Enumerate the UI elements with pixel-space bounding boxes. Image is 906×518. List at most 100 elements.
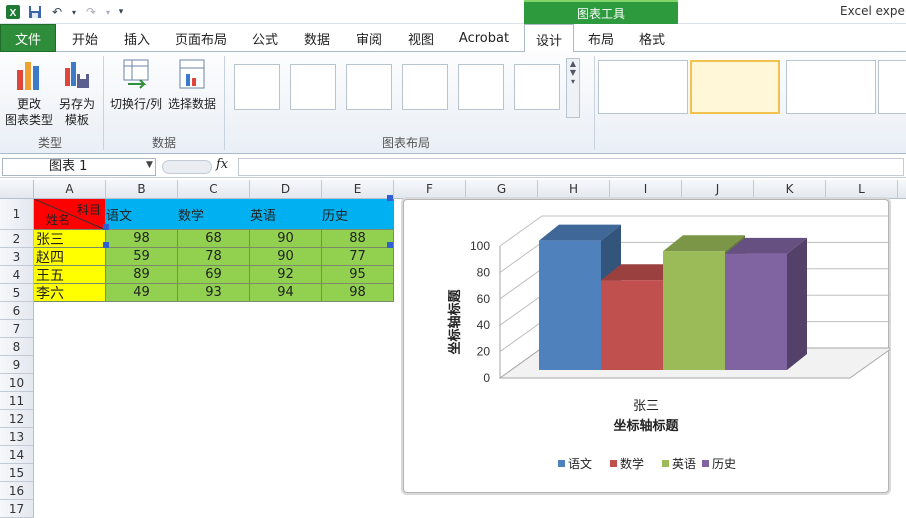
tab-review[interactable]: 审阅 [344, 24, 394, 52]
undo-dropdown-icon[interactable]: ▾ [70, 3, 78, 21]
score-cell[interactable]: 93 [178, 284, 250, 302]
tab-page-layout[interactable]: 页面布局 [166, 24, 236, 52]
row-header-17[interactable]: 17 [0, 500, 34, 518]
name-cell[interactable]: 赵四 [34, 248, 106, 266]
chart-layout-4[interactable] [402, 64, 448, 110]
score-cell[interactable]: 78 [178, 248, 250, 266]
score-cell[interactable]: 95 [322, 266, 394, 284]
row-header-12[interactable]: 12 [0, 410, 34, 428]
score-cell[interactable]: 68 [178, 230, 250, 248]
chart-style-1[interactable] [598, 60, 688, 114]
score-cell[interactable]: 69 [178, 266, 250, 284]
select-data-button[interactable]: 选择数据 [166, 56, 218, 112]
row-header-3[interactable]: 3 [0, 248, 34, 266]
column-header-F[interactable]: F [394, 180, 466, 199]
score-cell[interactable]: 92 [250, 266, 322, 284]
redo-icon[interactable]: ↷ [82, 3, 100, 21]
range-handle[interactable] [387, 242, 393, 248]
tab-insert[interactable]: 插入 [112, 24, 162, 52]
chart-layout-3[interactable] [346, 64, 392, 110]
column-header-H[interactable]: H [538, 180, 610, 199]
redo-dropdown-icon[interactable]: ▾ [104, 3, 112, 21]
chart-layout-5[interactable] [458, 64, 504, 110]
name-box-dropdown-icon[interactable]: ▼ [146, 160, 153, 170]
subject-header-cell[interactable]: 语文 [106, 199, 178, 230]
score-cell[interactable]: 90 [250, 230, 322, 248]
row-header-8[interactable]: 8 [0, 338, 34, 356]
row-header-2[interactable]: 2 [0, 230, 34, 248]
name-cell[interactable]: 张三 [34, 230, 106, 248]
row-header-1[interactable]: 1 [0, 199, 34, 230]
range-handle[interactable] [103, 224, 109, 230]
score-cell[interactable]: 89 [106, 266, 178, 284]
customize-qat-icon[interactable]: ▾ [116, 3, 126, 21]
chart-style-2[interactable] [690, 60, 780, 114]
name-cell[interactable]: 王五 [34, 266, 106, 284]
chart-layout-2[interactable] [290, 64, 336, 110]
column-header-B[interactable]: B [106, 180, 178, 199]
score-cell[interactable]: 98 [322, 284, 394, 302]
column-header-J[interactable]: J [682, 180, 754, 199]
chart-layout-1[interactable] [234, 64, 280, 110]
subject-header-cell[interactable]: 英语 [250, 199, 322, 230]
tab-view[interactable]: 视图 [396, 24, 446, 52]
score-cell[interactable]: 59 [106, 248, 178, 266]
subject-header-cell[interactable]: 数学 [178, 199, 250, 230]
select-all-corner[interactable] [0, 180, 34, 199]
change-chart-type-button[interactable]: 更改 图表类型 [4, 56, 54, 128]
row-header-9[interactable]: 9 [0, 356, 34, 374]
row-header-4[interactable]: 4 [0, 266, 34, 284]
row-header-7[interactable]: 7 [0, 320, 34, 338]
tab-design[interactable]: 设计 [524, 24, 574, 53]
chart-layout-6[interactable] [514, 64, 560, 110]
column-header-A[interactable]: A [34, 180, 106, 199]
column-header-K[interactable]: K [754, 180, 826, 199]
column-header-G[interactable]: G [466, 180, 538, 199]
insert-function-icon[interactable]: fx [216, 157, 228, 172]
score-cell[interactable]: 98 [106, 230, 178, 248]
row-header-14[interactable]: 14 [0, 446, 34, 464]
range-handle[interactable] [103, 242, 109, 248]
score-cell[interactable]: 49 [106, 284, 178, 302]
row-header-6[interactable]: 6 [0, 302, 34, 320]
column-header-C[interactable]: C [178, 180, 250, 199]
chart-style-3[interactable] [786, 60, 876, 114]
tab-data[interactable]: 数据 [292, 24, 342, 52]
row-header-13[interactable]: 13 [0, 428, 34, 446]
row-header-15[interactable]: 15 [0, 464, 34, 482]
subject-header-cell[interactable]: 历史 [322, 199, 394, 230]
tab-formulas[interactable]: 公式 [240, 24, 290, 52]
formula-bar-splitter[interactable] [162, 160, 212, 174]
row-header-10[interactable]: 10 [0, 374, 34, 392]
row-header-11[interactable]: 11 [0, 392, 34, 410]
row-header-16[interactable]: 16 [0, 482, 34, 500]
chart-style-4[interactable] [878, 60, 906, 114]
formula-input[interactable] [238, 158, 904, 176]
name-box[interactable]: 图表 1 [2, 158, 156, 176]
excel-logo-icon[interactable]: X [4, 3, 22, 21]
x-axis-title: 坐标轴标题 [613, 418, 679, 433]
score-cell[interactable]: 77 [322, 248, 394, 266]
column-header-I[interactable]: I [610, 180, 682, 199]
name-cell[interactable]: 李六 [34, 284, 106, 302]
tab-home[interactable]: 开始 [60, 24, 110, 52]
save-as-template-button[interactable]: 另存为 模板 [54, 56, 100, 128]
undo-icon[interactable]: ↶ [48, 3, 66, 21]
tab-format[interactable]: 格式 [628, 24, 676, 52]
chart-area[interactable]: 0 20 40 60 80 100 张三 坐标轴标题 坐标轴标题 语文 数学 英语 历史 [403, 199, 894, 493]
score-cell[interactable]: 88 [322, 230, 394, 248]
row-header-5[interactable]: 5 [0, 284, 34, 302]
header-cell-diagonal[interactable]: 科目 姓名 [34, 199, 106, 230]
tab-acrobat[interactable]: Acrobat [452, 24, 516, 52]
column-header-L[interactable]: L [826, 180, 898, 199]
column-header-E[interactable]: E [322, 180, 394, 199]
tab-file[interactable]: 文件 [0, 24, 56, 52]
switch-row-column-button[interactable]: 切换行/列 [108, 56, 164, 112]
score-cell[interactable]: 90 [250, 248, 322, 266]
layout-gallery-scroll[interactable]: ▲ ▼ ▾ [566, 58, 580, 118]
save-icon[interactable] [26, 3, 44, 21]
tab-layout[interactable]: 布局 [578, 24, 624, 52]
column-header-D[interactable]: D [250, 180, 322, 199]
score-cell[interactable]: 94 [250, 284, 322, 302]
range-handle[interactable] [387, 195, 393, 201]
